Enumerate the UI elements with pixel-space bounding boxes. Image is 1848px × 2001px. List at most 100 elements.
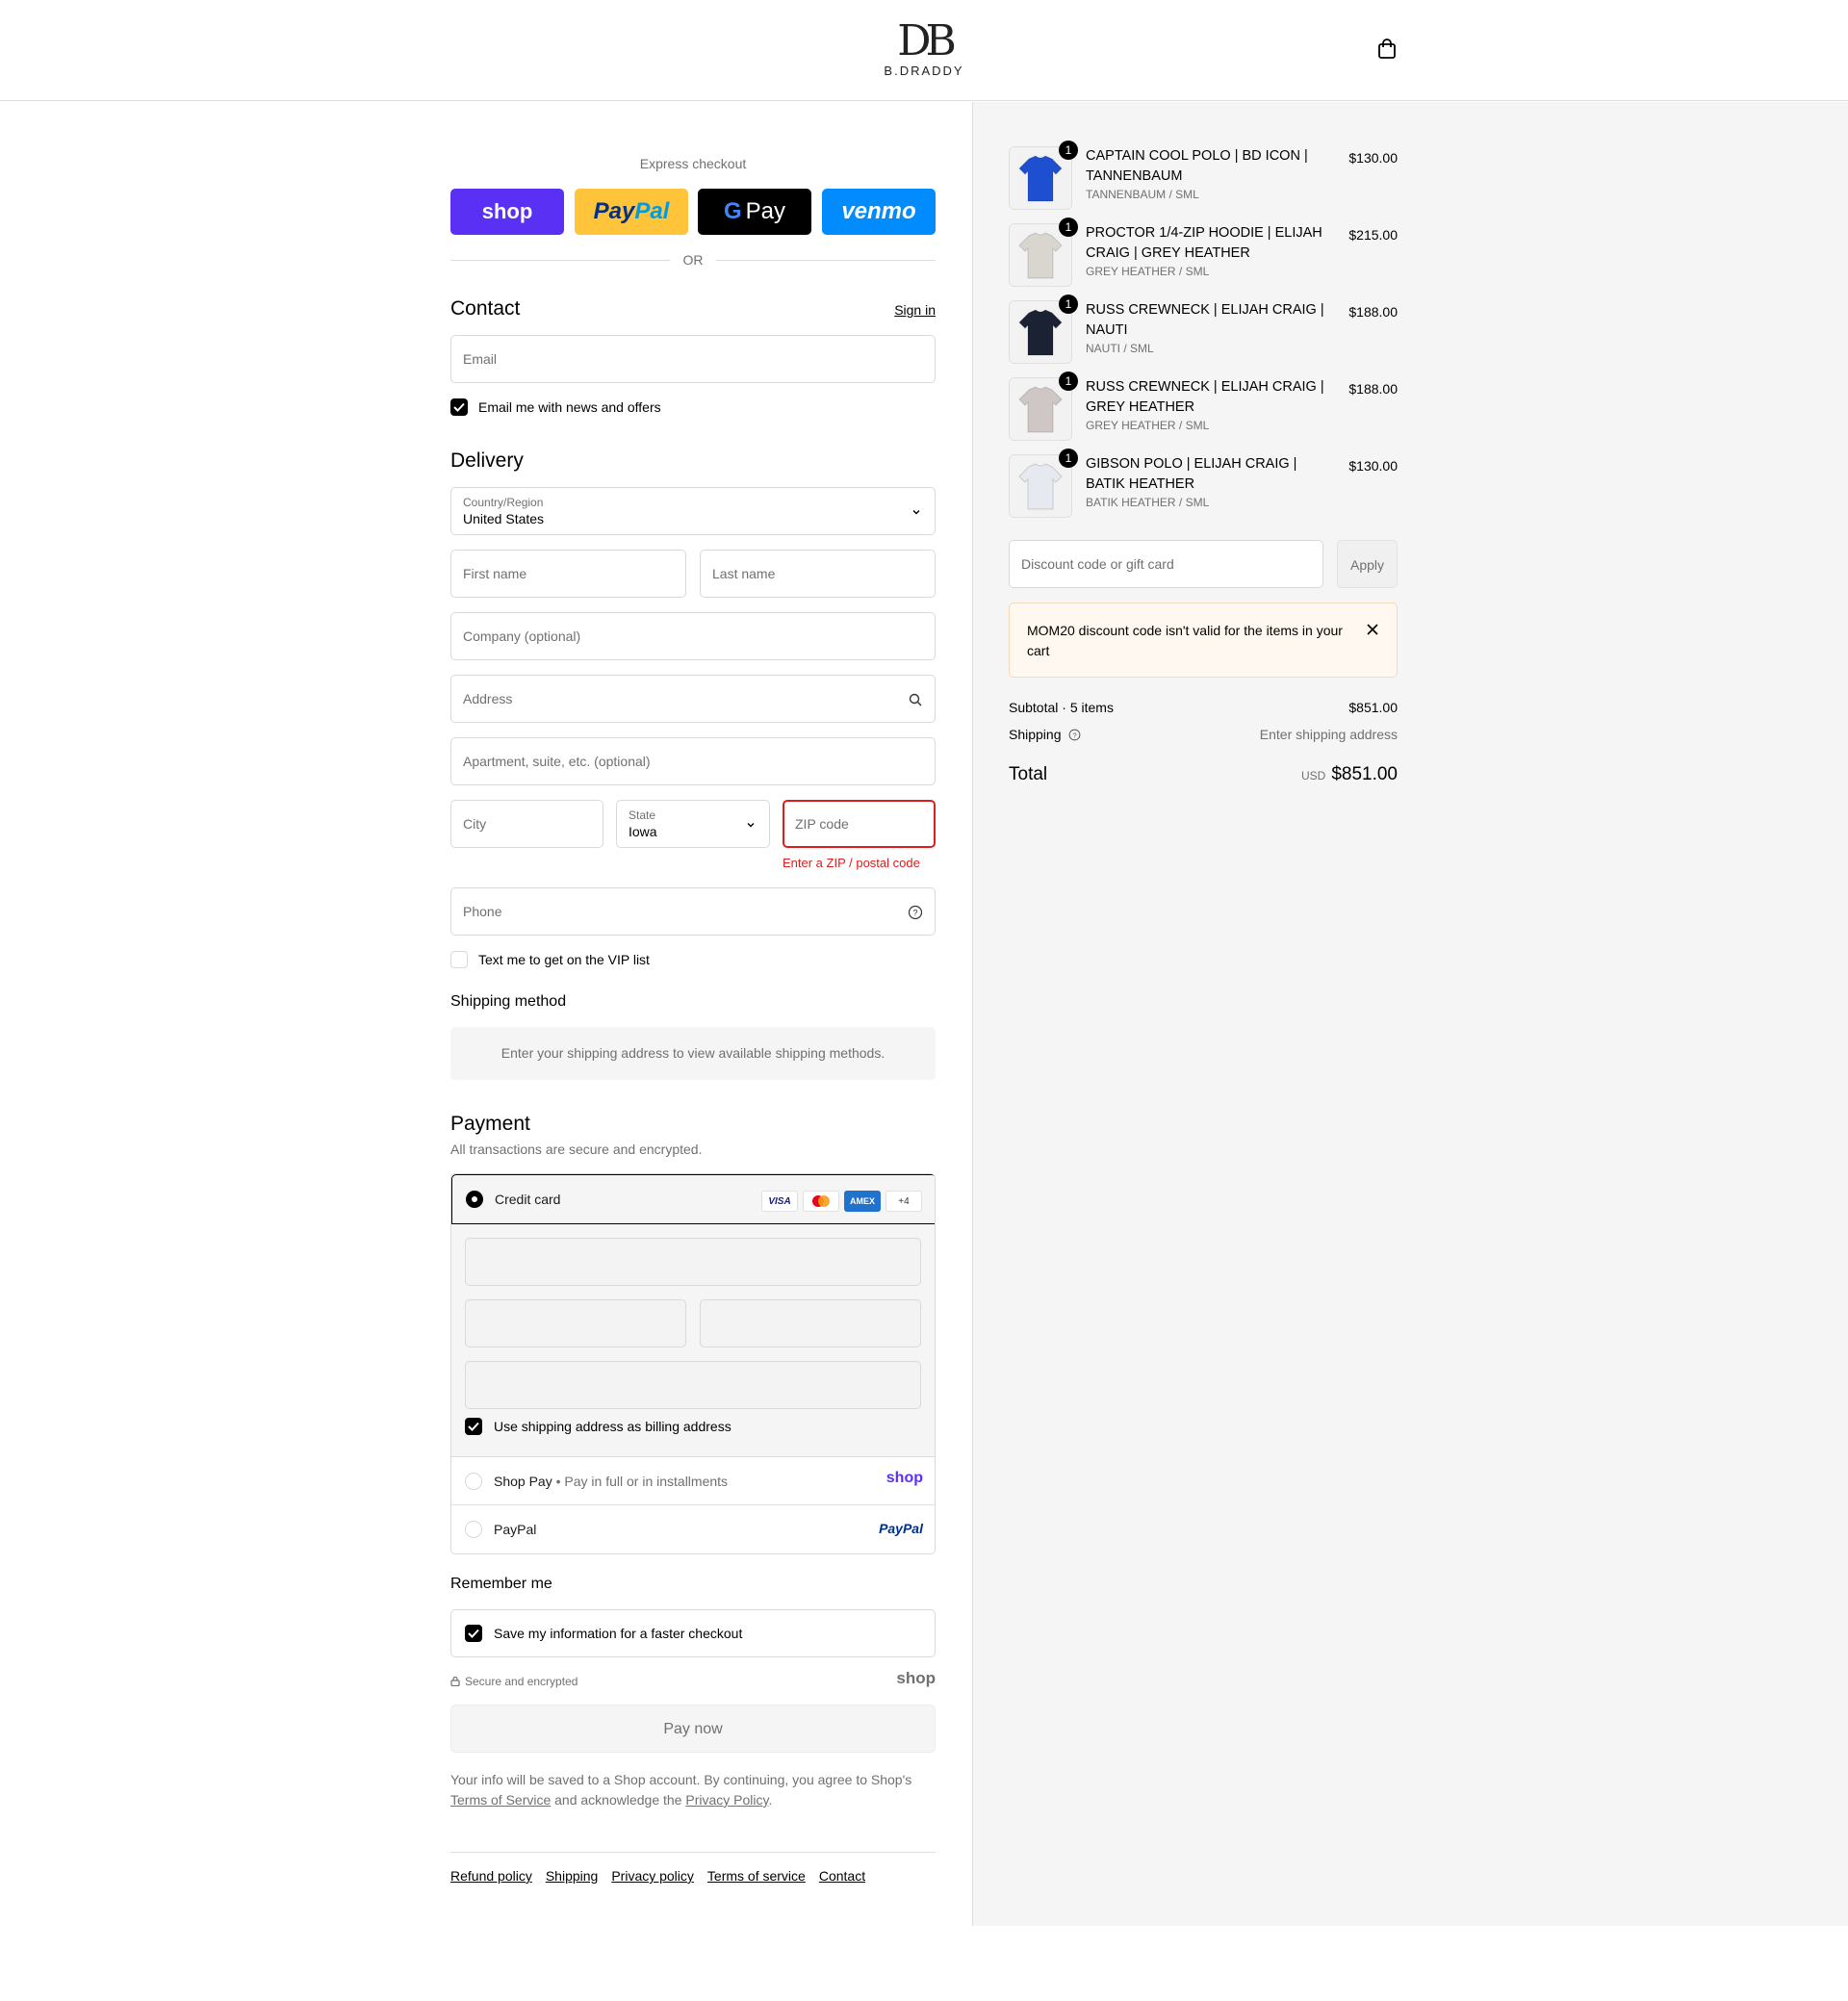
search-icon	[909, 693, 922, 706]
phone-placeholder: Phone	[463, 904, 502, 919]
last-name-field[interactable]: Last name	[700, 550, 936, 598]
product-variant: GREY HEATHER / SML	[1086, 419, 1210, 432]
shipping-method-notice: Enter your shipping address to view avai…	[450, 1027, 936, 1080]
chevron-down-icon	[747, 823, 755, 828]
shipping-method-title: Shipping method	[450, 993, 567, 1010]
remember-title: Remember me	[450, 1576, 552, 1592]
terms-of-service-footer-link[interactable]: Terms of service	[707, 1868, 806, 1884]
refund-policy-link[interactable]: Refund policy	[450, 1868, 532, 1884]
city-field[interactable]: City	[450, 800, 603, 848]
state-label: State	[629, 808, 656, 822]
subtotal-value: $851.00	[1348, 700, 1398, 715]
quantity-badge: 1	[1059, 295, 1078, 314]
address-placeholder: Address	[463, 691, 513, 706]
total-row: Total USD $851.00	[1009, 764, 1398, 789]
state-value: Iowa	[629, 824, 657, 839]
subtotal-label: Subtotal · 5 items	[1009, 700, 1114, 715]
product-name: RUSS CREWNECK | ELIJAH CRAIG | NAUTI	[1086, 302, 1324, 338]
help-circle-icon[interactable]: ?	[1068, 729, 1081, 741]
paypal-logo-pay: Pay	[593, 198, 635, 224]
privacy-policy-link[interactable]: Privacy Policy	[685, 1792, 768, 1808]
apartment-field[interactable]: Apartment, suite, etc. (optional)	[450, 737, 936, 785]
apply-discount-button[interactable]: Apply	[1337, 540, 1398, 588]
credit-card-option[interactable]: Credit card VISA AMEX +4	[451, 1174, 935, 1224]
privacy-policy-footer-link[interactable]: Privacy policy	[611, 1868, 694, 1884]
product-name: PROCTOR 1/4-ZIP HOODIE | ELIJAH CRAIG | …	[1086, 225, 1322, 261]
address-field[interactable]: Address	[450, 675, 936, 723]
shipping-label: Shipping	[1009, 727, 1062, 742]
cart-item: 1 PROCTOR 1/4-ZIP HOODIE | ELIJAH CRAIG …	[1009, 218, 1398, 295]
email-placeholder: Email	[463, 351, 498, 367]
product-name: GIBSON POLO | ELIJAH CRAIG | BATIK HEATH…	[1086, 456, 1297, 492]
discount-placeholder: Discount code or gift card	[1021, 556, 1174, 572]
currency-code: USD	[1300, 769, 1326, 782]
zip-error: Enter a ZIP / postal code	[783, 856, 920, 870]
cart-item: 1 RUSS CREWNECK | ELIJAH CRAIG | NAUTI N…	[1009, 295, 1398, 372]
venmo-button[interactable]: venmo	[822, 189, 936, 235]
credit-card-radio[interactable]	[466, 1191, 483, 1208]
discount-code-field[interactable]: Discount code or gift card	[1009, 540, 1323, 588]
google-pay-label: Pay	[745, 198, 786, 224]
brand-logo[interactable]: DB B.DRADDY	[876, 17, 972, 85]
paypal-radio[interactable]	[465, 1521, 482, 1538]
cart-bag-icon[interactable]	[1376, 38, 1398, 60]
country-select[interactable]: Country/Region United States	[450, 487, 936, 535]
shop-logo: shop	[896, 1669, 936, 1687]
first-name-field[interactable]: First name	[450, 550, 686, 598]
name-on-card-field[interactable]	[465, 1361, 921, 1409]
help-circle-icon[interactable]: ?	[908, 905, 923, 920]
cart-item: 1 GIBSON POLO | ELIJAH CRAIG | BATIK HEA…	[1009, 449, 1398, 526]
close-icon[interactable]	[1366, 623, 1379, 636]
phone-field[interactable]: Phone ?	[450, 887, 936, 936]
terms-of-service-link[interactable]: Terms of Service	[450, 1792, 551, 1808]
check-icon	[468, 1629, 479, 1638]
shop-pay-button[interactable]: shop	[450, 189, 564, 235]
google-pay-button[interactable]: G Pay	[698, 189, 811, 235]
company-placeholder: Company (optional)	[463, 629, 581, 644]
pay-now-button[interactable]: Pay now	[450, 1705, 936, 1753]
shipping-link[interactable]: Shipping	[546, 1868, 599, 1884]
contact-link[interactable]: Contact	[819, 1868, 865, 1884]
billing-checkbox[interactable]	[465, 1418, 482, 1435]
state-select[interactable]: State Iowa	[616, 800, 770, 848]
payment-title: Payment	[450, 1113, 530, 1135]
svg-text:?: ?	[912, 909, 917, 918]
sign-in-link[interactable]: Sign in	[894, 302, 936, 318]
svg-text:?: ?	[1073, 731, 1077, 739]
paypal-button[interactable]: Pay Pal	[575, 189, 688, 235]
paypal-option[interactable]: PayPal PayPal	[451, 1505, 935, 1553]
security-code-field[interactable]	[700, 1299, 921, 1347]
expiration-field[interactable]	[465, 1299, 686, 1347]
google-g-icon: G	[723, 198, 742, 224]
product-price: $188.00	[1348, 304, 1398, 320]
total-amount: USD $851.00	[1301, 764, 1398, 785]
cart-item: 1 CAPTAIN COOL POLO | BD ICON | TANNENBA…	[1009, 141, 1398, 218]
company-field[interactable]: Company (optional)	[450, 612, 936, 660]
mastercard-icon	[803, 1191, 839, 1212]
credit-card-form: Use shipping address as billing address	[451, 1224, 935, 1457]
news-checkbox[interactable]	[450, 398, 468, 416]
total-value: $851.00	[1331, 764, 1398, 784]
card-number-field[interactable]	[465, 1238, 921, 1286]
legal-text-1: Your info will be saved to a Shop accoun…	[450, 1772, 912, 1787]
payment-methods: Credit card VISA AMEX +4 Use shipping ad…	[450, 1173, 936, 1554]
shop-pay-option[interactable]: Shop Pay • Pay in full or in installment…	[451, 1457, 935, 1505]
country-label: Country/Region	[463, 496, 544, 509]
last-name-placeholder: Last name	[712, 566, 776, 581]
shipping-row: Shipping ? Enter shipping address	[1009, 727, 1398, 742]
save-info-checkbox[interactable]	[465, 1625, 482, 1642]
zip-field[interactable]: ZIP code	[783, 800, 936, 848]
discount-error-text: MOM20 discount code isn't valid for the …	[1027, 623, 1343, 658]
vip-checkbox[interactable]	[450, 951, 468, 968]
or-text: OR	[682, 252, 704, 268]
quantity-badge: 1	[1059, 218, 1078, 237]
email-field[interactable]: Email	[450, 335, 936, 383]
shop-pay-radio[interactable]	[465, 1473, 482, 1490]
legal-text: Your info will be saved to a Shop accoun…	[450, 1770, 936, 1810]
contact-title: Contact	[450, 297, 521, 320]
news-label: Email me with news and offers	[478, 399, 661, 415]
shop-pay-label: Shop Pay	[494, 1474, 552, 1489]
or-divider: OR	[450, 250, 936, 269]
product-name: RUSS CREWNECK | ELIJAH CRAIG | GREY HEAT…	[1086, 379, 1324, 415]
country-value: United States	[463, 511, 545, 526]
